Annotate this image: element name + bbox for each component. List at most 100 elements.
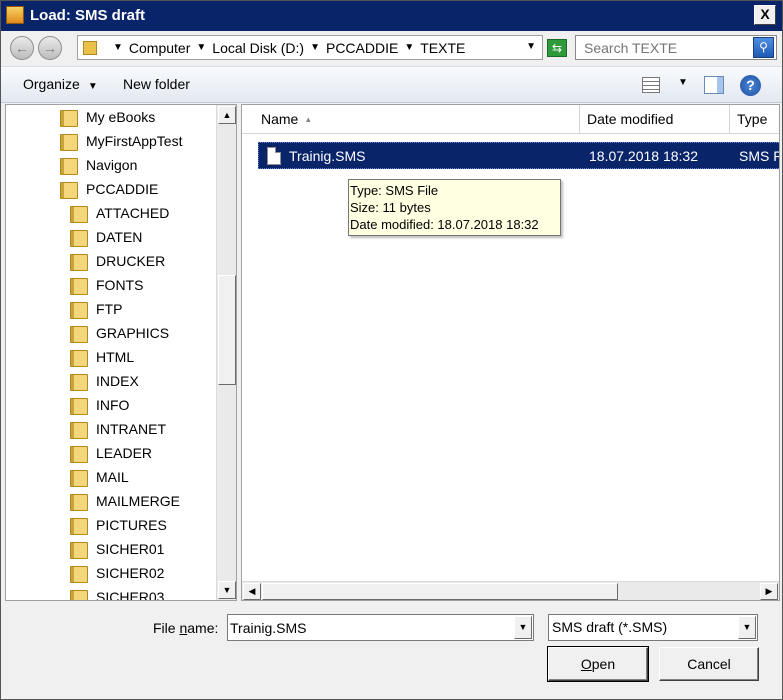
sidebar-item-label: HTML (96, 349, 135, 365)
sidebar-item-mail[interactable]: MAIL (70, 465, 129, 489)
column-date-modified[interactable]: Date modified (580, 105, 730, 133)
chevron-down-icon[interactable]: ▼ (514, 616, 532, 639)
sidebar-item-daten[interactable]: DATEN (70, 225, 142, 249)
folder-icon (70, 397, 88, 415)
forward-icon[interactable]: → (38, 36, 62, 60)
sidebar-item-label: LEADER (96, 445, 153, 461)
close-button[interactable]: X (754, 5, 776, 25)
sidebar-item-mailmerge[interactable]: MAILMERGE (70, 489, 180, 513)
sidebar-item-label: My eBooks (86, 109, 156, 125)
vertical-scrollbar[interactable]: ▲ ▼ (216, 105, 236, 600)
folder-icon (70, 253, 88, 271)
chevron-down-icon[interactable]: ▼ (113, 42, 123, 53)
folder-icon (60, 133, 78, 151)
chevron-down-icon[interactable]: ▼ (404, 42, 414, 53)
sidebar-item-index[interactable]: INDEX (70, 369, 139, 393)
sidebar-item-html[interactable]: HTML (70, 345, 134, 369)
folder-icon (60, 181, 78, 199)
sidebar-item-label: INDEX (96, 373, 139, 389)
navigation-pane[interactable]: My eBooks MyFirstAppTest Navigon PCCADDIE AT… (5, 104, 237, 601)
address-history-chevron-icon[interactable]: ▼ (526, 41, 536, 52)
file-icon (267, 147, 281, 165)
chevron-down-icon[interactable]: ▼ (196, 42, 206, 53)
file-name-label-pre: File (153, 620, 180, 636)
sidebar-item-label: MAILMERGE (96, 493, 181, 509)
breadcrumb-pccaddie[interactable]: PCCADDIE (326, 40, 398, 56)
sidebar-item-drucker[interactable]: DRUCKER (70, 249, 165, 273)
tooltip-type: Type: SMS File (350, 183, 439, 198)
title-bar[interactable]: Load: SMS draft X (1, 1, 782, 31)
folder-icon (83, 40, 97, 55)
search-input[interactable] (576, 36, 752, 59)
search-icon[interactable]: ⚲ (753, 37, 774, 58)
sidebar-item-info[interactable]: INFO (70, 393, 129, 417)
organize-button[interactable]: Organize ▼ (23, 76, 98, 92)
scroll-thumb[interactable] (218, 275, 236, 385)
file-row[interactable]: Trainig.SMS 18.07.2018 18:32 SMS File (258, 142, 779, 169)
sidebar-item-sicher02[interactable]: SICHER02 (70, 561, 164, 585)
open-label-rest: pen (591, 656, 616, 672)
sidebar-item-attached[interactable]: ATTACHED (70, 201, 169, 225)
preview-pane-icon[interactable] (704, 76, 724, 94)
open-button[interactable]: Open (547, 646, 649, 682)
chevron-down-icon[interactable]: ▼ (738, 616, 756, 639)
sidebar-item-label: GRAPHICS (96, 325, 170, 341)
folder-icon (70, 493, 88, 511)
sidebar-item-graphics[interactable]: GRAPHICS (70, 321, 169, 345)
cancel-button[interactable]: Cancel (659, 647, 759, 681)
new-folder-button[interactable]: New folder (123, 76, 190, 92)
sidebar-item-sicher01[interactable]: SICHER01 (70, 537, 164, 561)
sidebar-item-leader[interactable]: LEADER (70, 441, 152, 465)
file-list-pane[interactable]: Name ▲ Date modified Type Trainig.SMS 18.… (241, 104, 780, 601)
folder-icon (70, 565, 88, 583)
sidebar-item-my-ebooks[interactable]: My eBooks (60, 105, 155, 129)
file-type: SMS File (739, 148, 779, 164)
window-title: Load: SMS draft (30, 7, 145, 24)
search-box[interactable]: ⚲ (575, 35, 777, 60)
chevron-down-icon[interactable]: ▼ (310, 42, 320, 53)
sidebar-item-navigon[interactable]: Navigon (60, 153, 137, 177)
tooltip-size: Size: 11 bytes (350, 200, 431, 215)
file-name-combobox[interactable]: ▼ (227, 614, 534, 641)
sidebar-item-sicher03[interactable]: SICHER03 (70, 585, 164, 600)
scroll-right-button[interactable]: ▶ (760, 583, 778, 600)
file-type-value: SMS draft (*.SMS) (552, 619, 668, 635)
file-type-select[interactable]: SMS draft (*.SMS) ▼ (548, 614, 758, 641)
sidebar-item-ftp[interactable]: FTP (70, 297, 122, 321)
sidebar-item-myfirstapptest[interactable]: MyFirstAppTest (60, 129, 182, 153)
scroll-thumb[interactable] (262, 583, 618, 600)
horizontal-scrollbar[interactable]: ◀ ▶ (242, 581, 779, 600)
address-bar[interactable]: ▼ Computer ▼ Local Disk (D:) ▼ PCCADDIE … (77, 35, 543, 60)
chevron-down-icon[interactable]: ▼ (678, 77, 688, 88)
folder-icon (70, 541, 88, 559)
refresh-icon[interactable]: ⇆ (547, 39, 567, 57)
column-name[interactable]: Name ▲ (242, 105, 580, 133)
sidebar-item-fonts[interactable]: FONTS (70, 273, 143, 297)
sidebar-item-label: MAIL (96, 469, 129, 485)
view-icon[interactable] (642, 77, 660, 93)
file-name-label: File name: (153, 620, 218, 636)
breadcrumb-texte[interactable]: TEXTE (420, 40, 465, 56)
folder-icon (70, 373, 88, 391)
sidebar-item-pccaddie[interactable]: PCCADDIE (60, 177, 158, 201)
sidebar-item-intranet[interactable]: INTRANET (70, 417, 166, 441)
sidebar-item-pictures[interactable]: PICTURES (70, 513, 167, 537)
back-icon[interactable]: ← (10, 36, 34, 60)
sidebar-item-label: PICTURES (96, 517, 167, 533)
help-icon[interactable]: ? (740, 75, 761, 96)
column-type[interactable]: Type (730, 105, 779, 133)
app-icon (6, 6, 24, 24)
folder-icon (70, 445, 88, 463)
breadcrumb-computer[interactable]: Computer (129, 40, 190, 56)
scroll-left-button[interactable]: ◀ (243, 583, 261, 600)
load-dialog: Load: SMS draft X ← → ▼ Computer ▼ Local… (0, 0, 783, 700)
open-label-accel: O (580, 656, 592, 672)
scroll-down-button[interactable]: ▼ (218, 581, 236, 599)
scroll-up-button[interactable]: ▲ (218, 106, 236, 124)
sidebar-item-label: FONTS (96, 277, 144, 293)
sidebar-item-label: INTRANET (96, 421, 166, 437)
breadcrumb-local-disk[interactable]: Local Disk (D:) (212, 40, 304, 56)
sidebar-item-label: PCCADDIE (86, 181, 159, 197)
organize-label: Organize (23, 76, 80, 92)
file-name-field[interactable] (230, 616, 510, 639)
